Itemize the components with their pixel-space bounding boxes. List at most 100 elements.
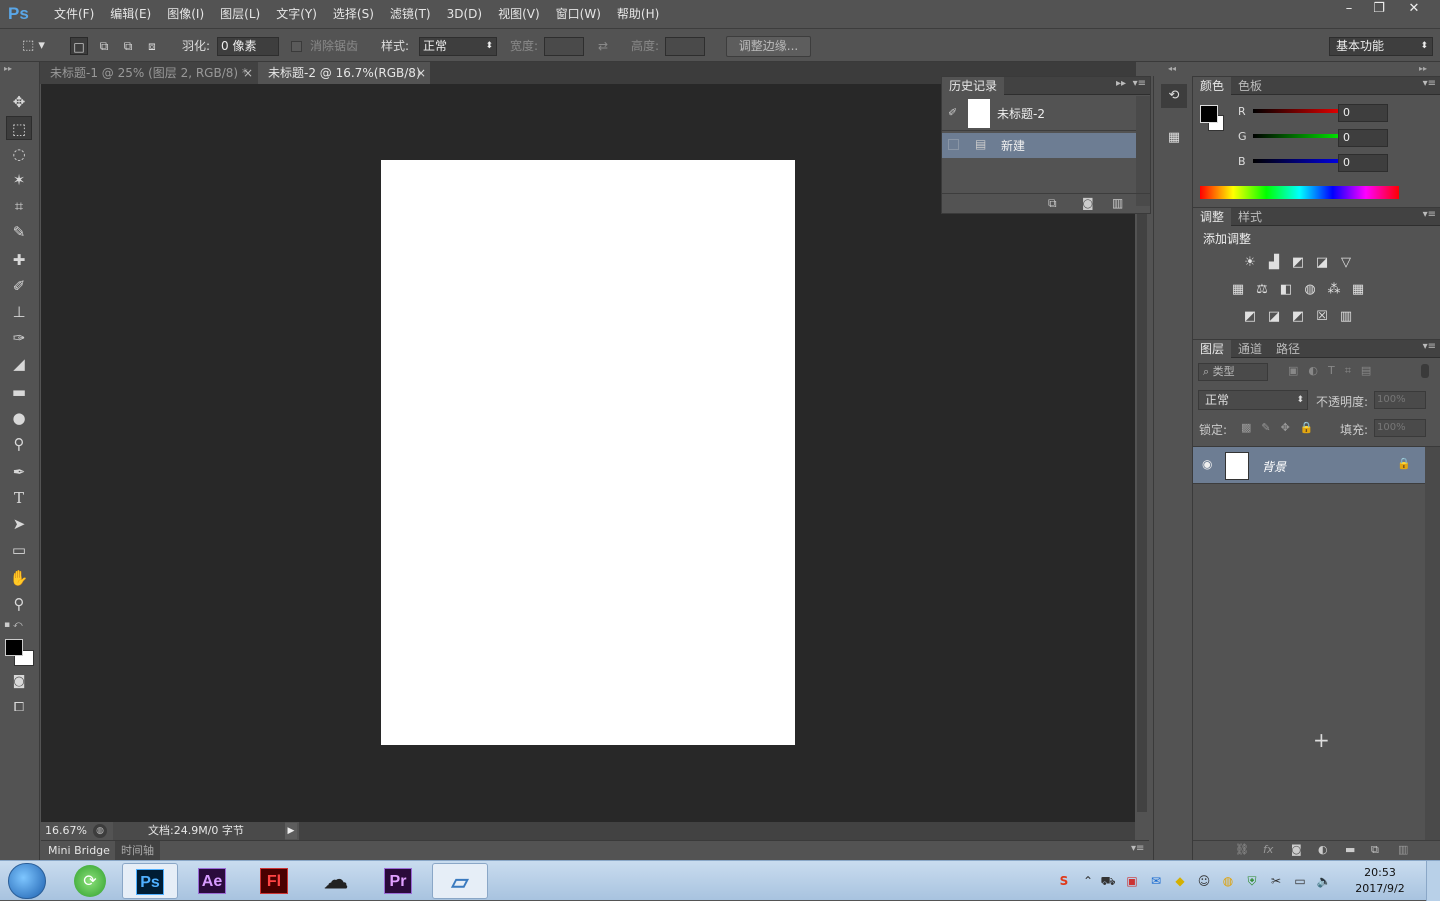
menu-help[interactable]: 帮助(H) <box>609 0 667 28</box>
width-input[interactable] <box>544 37 584 56</box>
zoom-tool-icon[interactable]: ⚲ <box>6 592 32 616</box>
network-icon[interactable]: ▭ <box>1292 873 1308 889</box>
foreground-color-swatch[interactable] <box>1200 105 1218 123</box>
brightness-icon[interactable]: ☀ <box>1241 255 1259 271</box>
history-brush-tool-icon[interactable]: ✑ <box>6 326 32 350</box>
tab-mini-bridge[interactable]: Mini Bridge <box>41 841 117 860</box>
ime-icon[interactable]: S <box>1056 873 1072 889</box>
tray-tool-icon[interactable]: ✂ <box>1268 873 1284 889</box>
invert-icon[interactable]: ◩ <box>1241 309 1259 325</box>
color-spectrum-ramp[interactable] <box>1200 186 1399 199</box>
dodge-tool-icon[interactable]: ⚲ <box>6 432 32 456</box>
g-input[interactable]: 0 <box>1338 129 1388 147</box>
panel-menu-icon[interactable]: ▾≡ <box>1423 78 1436 89</box>
menu-image[interactable]: 图像(I) <box>159 0 212 28</box>
pen-tool-icon[interactable]: ✒ <box>6 460 32 484</box>
fx-icon[interactable]: fx <box>1263 843 1273 856</box>
volume-icon[interactable]: 🔈 <box>1316 873 1332 889</box>
history-state-row[interactable]: ▤ 新建 <box>942 133 1136 158</box>
channel-mixer-icon[interactable]: ⁂ <box>1325 282 1343 298</box>
tab-adjustments[interactable]: 调整 <box>1193 208 1232 226</box>
taskbar-app-paint-icon[interactable]: ▱ <box>432 863 488 899</box>
refine-edge-button[interactable]: 调整边缘... <box>726 36 811 57</box>
restore-button[interactable]: ❐ <box>1362 0 1396 20</box>
tab-channels[interactable]: 通道 <box>1231 340 1269 358</box>
crop-tool-icon[interactable]: ⌗ <box>6 194 32 218</box>
new-adjustment-layer-icon[interactable]: ◐ <box>1318 843 1328 856</box>
exposure-icon[interactable]: ◪ <box>1313 255 1331 271</box>
clone-stamp-tool-icon[interactable]: ⊥ <box>6 300 32 324</box>
minimize-button[interactable]: – <box>1332 0 1366 20</box>
lock-icons[interactable]: ▩✎✥🔒 <box>1241 421 1324 434</box>
eraser-tool-icon[interactable]: ◢ <box>6 352 32 376</box>
gradient-map-icon[interactable]: ▥ <box>1337 309 1355 325</box>
healing-brush-tool-icon[interactable]: ✚ <box>6 248 32 272</box>
close-tab-icon[interactable]: × <box>416 62 426 84</box>
menu-layer[interactable]: 图层(L) <box>212 0 268 28</box>
link-layers-icon[interactable]: ⛓ <box>1235 843 1249 856</box>
layer-name[interactable]: 背景 <box>1262 458 1286 475</box>
tray-mail-icon[interactable]: ✉ <box>1148 873 1164 889</box>
new-group-icon[interactable]: ▬ <box>1345 843 1355 856</box>
browser-app-icon[interactable]: ⟳ <box>74 865 106 897</box>
tab-history[interactable]: 历史记录 <box>942 77 1005 95</box>
history-brush-icon[interactable]: ✐ <box>948 106 957 119</box>
path-select-tool-icon[interactable]: ➤ <box>6 512 32 536</box>
blur-tool-icon[interactable]: ● <box>6 406 32 430</box>
trash-icon[interactable]: ▥ <box>1398 843 1408 856</box>
rectangle-tool-icon[interactable]: ▭ <box>6 538 32 562</box>
visibility-eye-icon[interactable]: ◉ <box>1202 457 1212 471</box>
collapse-icon[interactable]: ▸▸ <box>4 64 12 73</box>
history-source-checkbox[interactable] <box>948 139 959 150</box>
photo-filter-icon[interactable]: ◍ <box>1301 282 1319 298</box>
menu-view[interactable]: 视图(V) <box>490 0 548 28</box>
r-input[interactable]: 0 <box>1338 104 1388 122</box>
tray-qq-icon[interactable]: ☺ <box>1196 873 1212 889</box>
tab-color[interactable]: 颜色 <box>1193 77 1232 95</box>
close-button[interactable]: ✕ <box>1394 0 1434 20</box>
taskbar-app-fl[interactable]: Fl <box>246 863 302 899</box>
menu-3d[interactable]: 3D(D) <box>439 0 490 28</box>
panel-menu-icon[interactable]: ▾≡ <box>1423 209 1436 220</box>
tab-swatches[interactable]: 色板 <box>1231 77 1269 95</box>
selective-color-icon[interactable]: ☒ <box>1313 309 1331 325</box>
magic-wand-tool-icon[interactable]: ✶ <box>6 168 32 192</box>
marquee-preset-icon[interactable]: ⬚ ▾ <box>22 37 56 55</box>
zoom-level[interactable]: 16.67% <box>41 822 91 840</box>
tray-security-icon[interactable]: ⛨ <box>1244 873 1260 889</box>
layer-filter-select[interactable]: ⌕ 类型 <box>1198 363 1268 381</box>
taskbar-app-ps[interactable]: Ps <box>122 863 178 899</box>
collapse-panel-icon[interactable]: ▸▸ <box>1116 78 1126 89</box>
g-slider[interactable] <box>1253 134 1350 138</box>
menu-select[interactable]: 选择(S) <box>325 0 382 28</box>
b-input[interactable]: 0 <box>1338 154 1388 172</box>
menu-filter[interactable]: 滤镜(T) <box>382 0 439 28</box>
history-dock-icon[interactable]: ⟲ <box>1161 84 1187 108</box>
panel-menu-icon[interactable]: ▾≡ <box>1423 341 1436 352</box>
start-button-icon[interactable] <box>8 863 46 899</box>
eyedropper-tool-icon[interactable]: ✎ <box>6 220 32 244</box>
tray-expand-icon[interactable]: ⌃ <box>1080 873 1096 889</box>
marquee-tool-icon[interactable]: ⬚ <box>6 116 32 140</box>
brush-tool-icon[interactable]: ✐ <box>6 274 32 298</box>
menu-window[interactable]: 窗口(W) <box>548 0 609 28</box>
style-select[interactable]: 正常 ⬍ <box>419 37 497 56</box>
color-lookup-icon[interactable]: ▦ <box>1349 282 1367 298</box>
tab-timeline[interactable]: 时间轴 <box>115 841 160 860</box>
layer-filter-icons[interactable]: ▣◐T⌗▤ <box>1288 364 1381 378</box>
tray-shield-icon[interactable]: ◆ <box>1172 873 1188 889</box>
posterize-icon[interactable]: ◪ <box>1265 309 1283 325</box>
hand-tool-icon[interactable]: ✋ <box>6 566 32 590</box>
blend-mode-select[interactable]: 正常 ⬍ <box>1198 390 1308 410</box>
tab-document-1[interactable]: 未标题-1 @ 25% (图层 2, RGB/8) * × <box>40 62 258 84</box>
swap-icon[interactable]: ⇄ <box>598 37 608 55</box>
tray-browser-icon[interactable]: ◍ <box>1220 873 1236 889</box>
show-desktop-button[interactable] <box>1426 861 1440 901</box>
hue-saturation-icon[interactable]: ▦ <box>1229 282 1247 298</box>
b-slider[interactable] <box>1253 159 1350 163</box>
panel-menu-icon[interactable]: ▾≡ <box>1133 78 1146 89</box>
new-selection-icon[interactable]: □ <box>70 37 88 55</box>
trash-icon[interactable]: ▥ <box>1112 196 1123 210</box>
tray-app-icon[interactable]: ▣ <box>1124 873 1140 889</box>
curves-icon[interactable]: ◩ <box>1289 255 1307 271</box>
